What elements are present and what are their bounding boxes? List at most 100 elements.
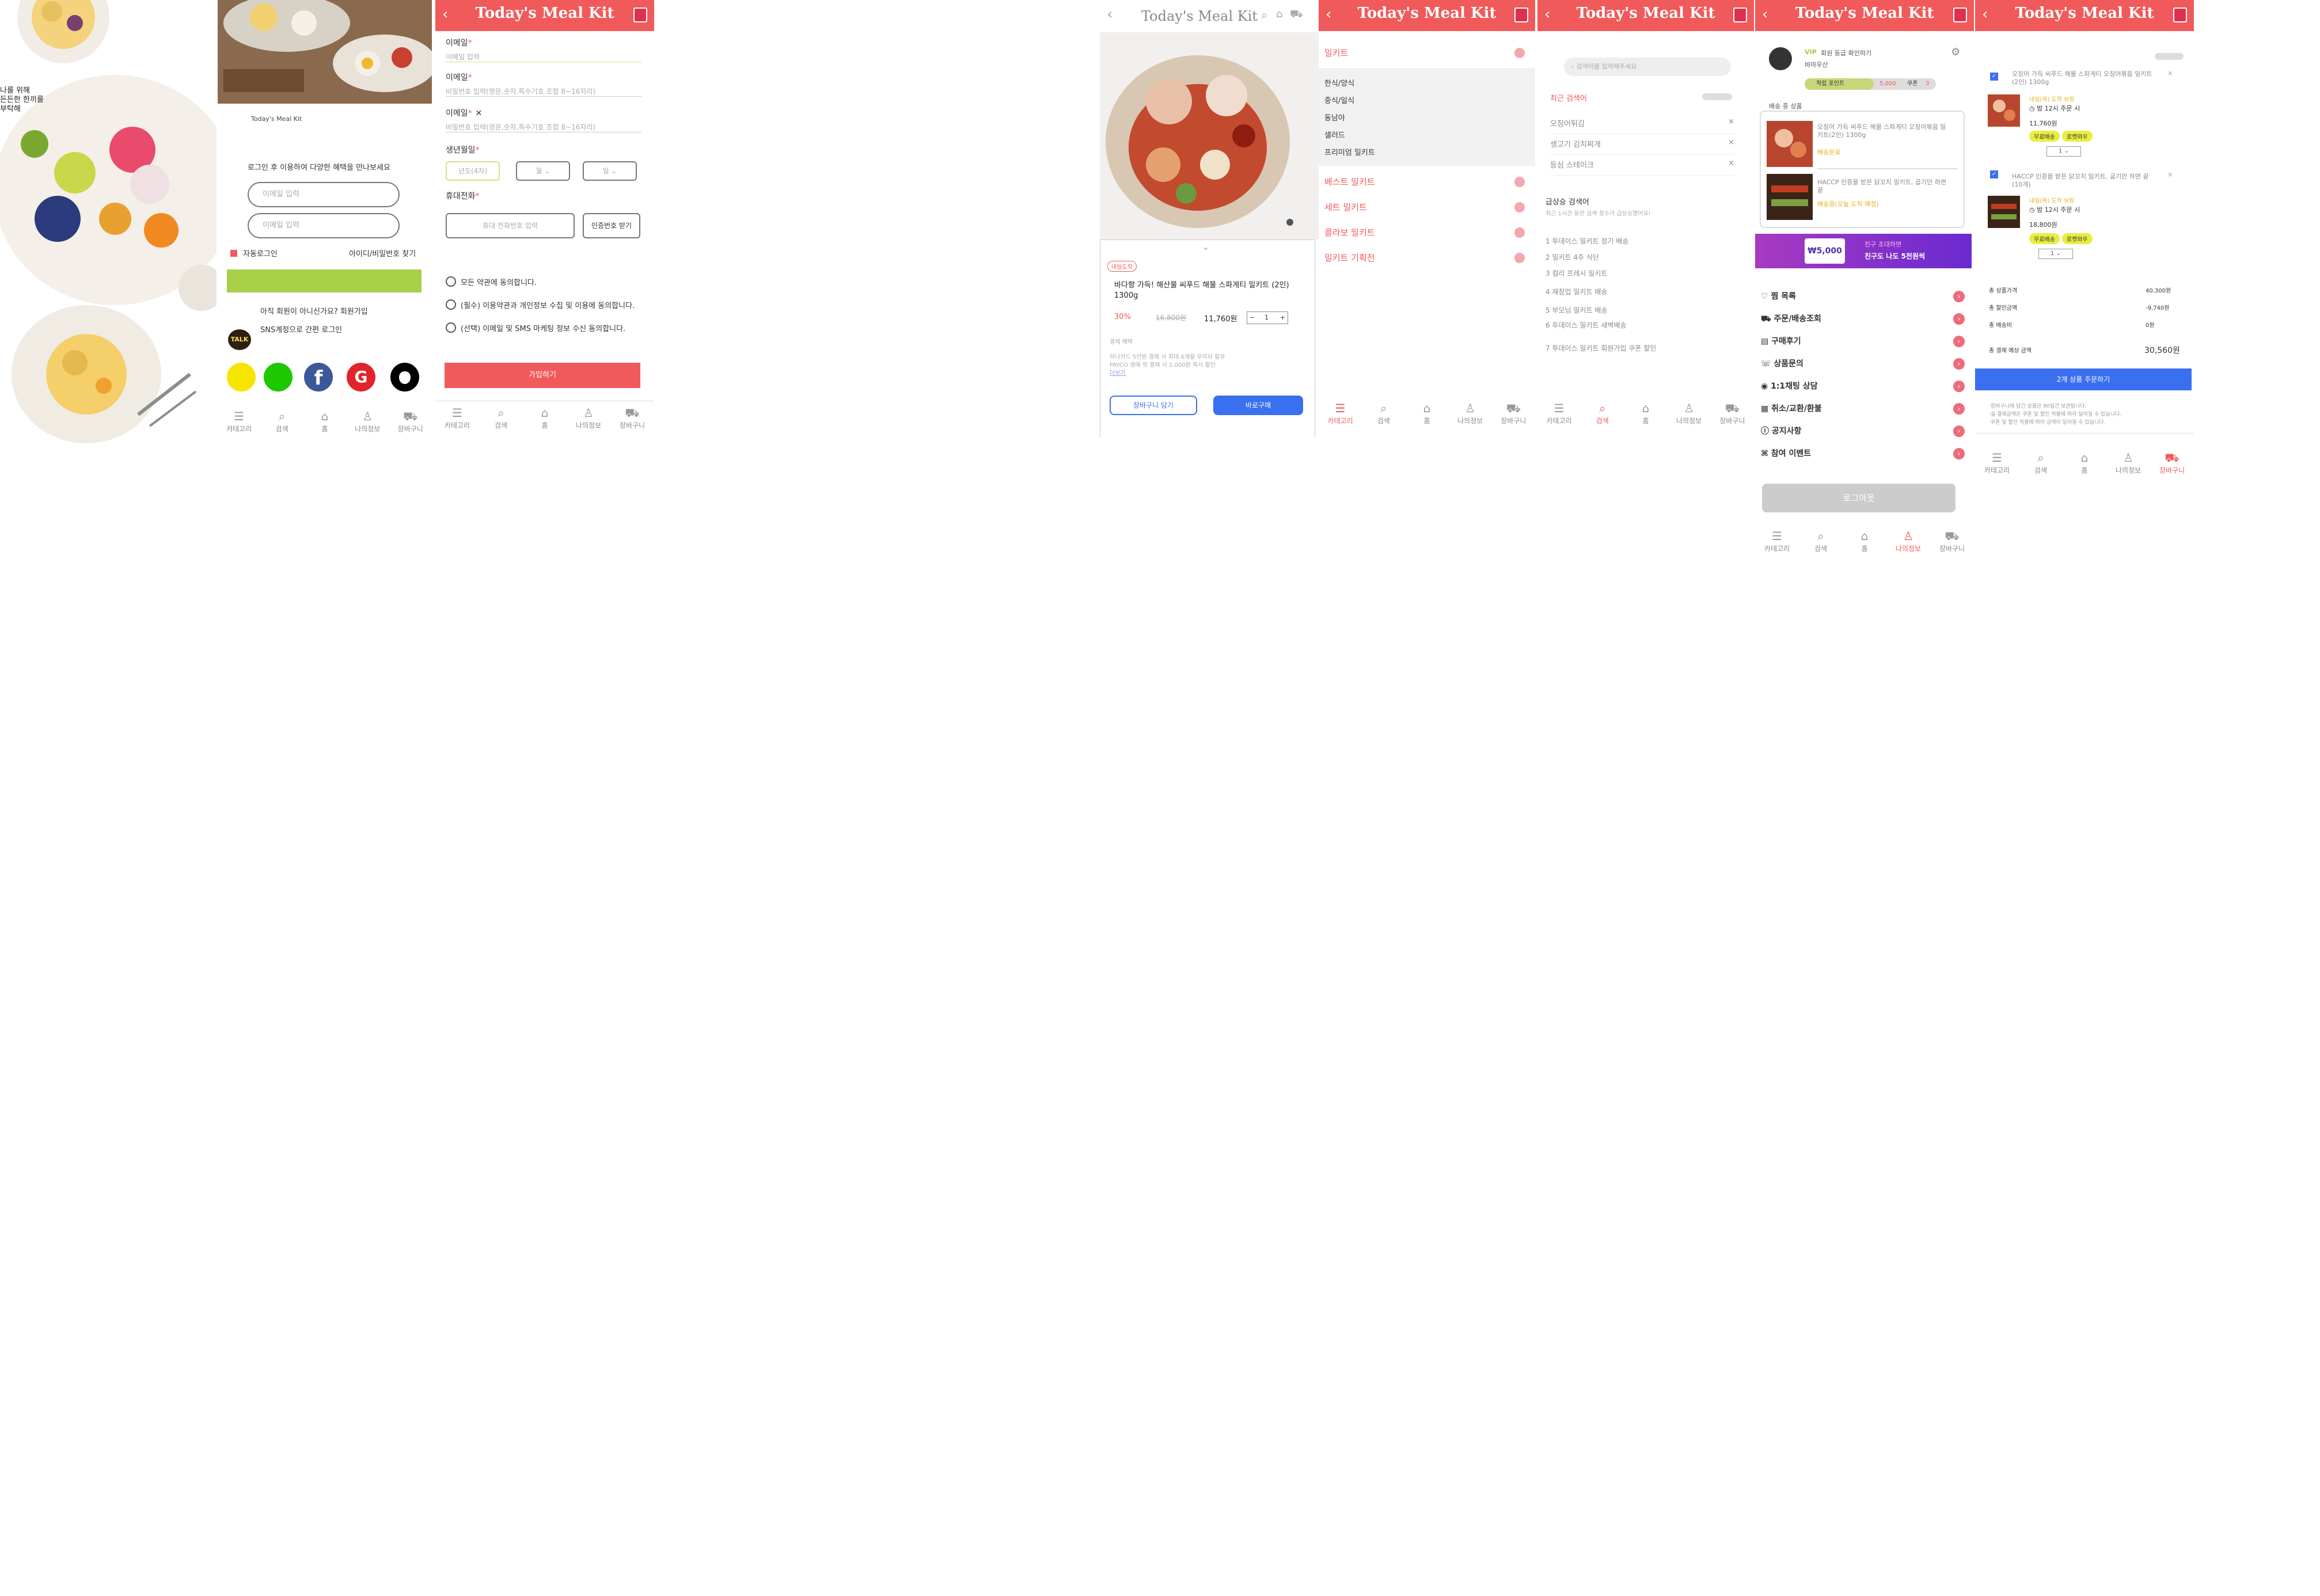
nav-cart[interactable]: ⛟ 장바구니 [1715,401,1749,425]
nav-search[interactable]: ⌕ 검색 [1803,529,1838,553]
naver-login-icon[interactable] [264,363,293,392]
nav-home[interactable]: ⌂ 홈 [1628,401,1663,425]
nav-cart[interactable]: ⛟ 장바구니 [393,409,428,434]
nav-search[interactable]: ⌕ 검색 [1366,401,1401,425]
recent-item[interactable]: 생고기 김치찌개 × [1550,138,1734,155]
order-button[interactable]: 2개 상품 주문하기 [1975,368,2192,390]
nav-category[interactable]: ☰ 카테고리 [1323,401,1358,425]
gear-icon[interactable]: ⚙ [1951,46,1960,58]
category-collab[interactable]: 콜라보 밀키트 [1319,220,1535,245]
nav-cart[interactable]: ⛟ 장바구니 [2155,450,2189,475]
nav-category[interactable]: ☰ 카테고리 [222,409,256,434]
cart-icon[interactable] [633,7,647,22]
nav-mypage[interactable]: ♙ 나의정보 [1672,401,1706,425]
quantity-select[interactable]: 1 ⌄ [2046,146,2081,157]
nav-category[interactable]: ☰ 카테고리 [1760,529,1794,553]
cart-icon[interactable] [1514,7,1528,22]
more-link[interactable]: 더보기 [1110,368,1126,377]
back-icon[interactable]: ‹ [1107,6,1112,23]
verify-button[interactable]: 인증번호 받기 [583,213,640,238]
trend-item[interactable]: 5 부모님 밀키트 배송 [1546,305,1607,315]
nav-mypage[interactable]: ♙ 나의정보 [1891,529,1926,553]
subcategory-item[interactable]: 프리미엄 밀키트 [1324,146,1375,157]
password-confirm-field[interactable]: 비밀번호 입력(영문,숫자,특수기호 조합 8~16자리) [446,122,641,132]
nav-mypage[interactable]: ♙ 나의정보 [2111,450,2146,475]
clear-all-button[interactable] [1702,93,1732,100]
recent-item[interactable]: 오징어튀김 × [1550,117,1734,134]
trend-item[interactable]: 2 밀키트 4주 식단 [1546,252,1599,262]
order-name[interactable]: HACCP 인증을 받은 닭꼬치 밀키트, 곱기만 하면 끝 [1817,178,1950,195]
nav-category[interactable]: ☰ 카테고리 [1980,450,2014,475]
invite-banner[interactable]: ₩5,000 친구 초대하면 친구도 나도 5천원씩 [1755,234,1972,268]
login-button[interactable] [227,269,422,292]
chevron-down-icon[interactable]: ⌄ [1202,241,1209,252]
birth-year-input[interactable]: 년도(4자) [446,161,500,181]
trend-item[interactable]: 6 투데이스 밀키트 새벽배송 [1546,320,1627,330]
nav-category[interactable]: ☰ 카테고리 [440,405,474,430]
nav-home[interactable]: ⌂ 홈 [1847,529,1882,553]
category-promo[interactable]: 밀키트 기획전 [1319,245,1535,271]
nav-mypage[interactable]: ♙ 나의정보 [1453,401,1487,425]
menu-wishlist[interactable]: ♡ 찜 목록 › [1761,286,1968,307]
quantity-select[interactable]: 1 ⌄ [2038,249,2073,259]
buy-now-button[interactable]: 바로구매 [1213,396,1303,415]
order-name[interactable]: 오징어 가득 씨푸드 해물 스파게티 오징어볶음 밀키트(2인) 1300g [1817,123,1950,139]
apple-login-icon[interactable] [390,363,419,392]
kakao-login-icon[interactable] [227,363,256,392]
select-all-toggle[interactable] [2155,53,2184,60]
auto-login-checkbox[interactable]: 자동로그인 [230,248,278,259]
nav-search[interactable]: ⌕ 검색 [484,405,518,430]
facebook-login-icon[interactable]: f [304,363,333,392]
subcategory-item[interactable]: 한식/양식 [1324,77,1354,88]
nav-mypage[interactable]: ♙ 나의정보 [571,405,606,430]
find-account-link[interactable]: 아이디/비밀번호 찾기 [349,248,416,259]
cart-icon[interactable] [1733,7,1747,22]
subcategory-item[interactable]: 샐러드 [1324,129,1345,140]
nav-cart[interactable]: ⛟ 장바구니 [1496,401,1531,425]
nav-home[interactable]: ⌂ 홈 [1410,401,1444,425]
menu-reviews[interactable]: ▤ 구매후기 › [1761,330,1968,352]
signup-link[interactable]: 아직 회원이 아니신가요? 회원가입 [260,305,368,316]
subcategory-item[interactable]: 동남아 [1324,112,1345,123]
nav-search[interactable]: ⌕ 검색 [2023,450,2058,475]
nav-cart[interactable]: ⛟ 장바구니 [615,405,650,430]
menu-inquiry[interactable]: ☏ 상품문의 › [1761,353,1968,375]
nav-home[interactable]: ⌂ 홈 [307,409,342,434]
trend-item[interactable]: 1 투데이스 밀키트 정기 배송 [1546,236,1628,246]
menu-orders[interactable]: ⛟ 주문/배송조회 › [1761,308,1968,330]
category-mealkit[interactable]: 밀키트 [1319,40,1535,66]
plus-icon[interactable]: + [1280,312,1285,324]
trend-item[interactable]: 4 재창업 밀키트 배송 [1546,287,1607,297]
agree-required[interactable]: (필수) 이용약관과 개인정보 수집 및 이용에 동의합니다. [446,299,635,310]
close-icon[interactable]: ✕ [476,109,483,118]
phone-input[interactable]: 휴대 전화번호 입력 [446,213,575,238]
password-field[interactable]: 비밀번호 입력(영문,숫자,특수기호 조합 8~16자리) [446,86,641,97]
menu-refund[interactable]: ▦ 취소/교환/환불 › [1761,398,1968,420]
cart-icon[interactable] [1953,7,1967,22]
birth-month-select[interactable]: 월 ⌄ [516,161,570,181]
search-icon[interactable]: ⌕ [1261,8,1267,22]
nav-search[interactable]: ⌕ 검색 [1585,401,1620,425]
nav-mypage[interactable]: ♙ 나의정보 [350,409,385,434]
logout-button[interactable]: 로그아웃 [1762,484,1956,512]
menu-notice[interactable]: ⓘ 공지사항 › [1761,420,1968,442]
home-icon[interactable]: ⌂ [1276,8,1282,20]
email-field[interactable]: 이메일 입력 [446,52,641,62]
menu-chat[interactable]: ◉ 1:1채팅 상담 › [1761,375,1968,397]
nav-cart[interactable]: ⛟ 장바구니 [1935,529,1969,553]
recent-item[interactable]: 등심 스테이크 × [1550,159,1734,176]
trend-item[interactable]: 3 컬리 프레시 밀키트 [1546,268,1607,278]
search-input[interactable]: ⌕ 검색어를 입력해주세요 [1564,58,1731,76]
category-best[interactable]: 베스트 밀키트 [1319,169,1535,195]
close-icon[interactable]: × [2167,69,2173,77]
cart-icon[interactable]: ⛟ [1290,8,1303,22]
close-icon[interactable]: × [1728,138,1734,147]
close-icon[interactable]: × [1728,159,1734,168]
category-set[interactable]: 세트 밀키트 [1319,195,1535,220]
agree-all[interactable]: 모든 약관에 동의합니다. [446,276,537,287]
nav-category[interactable]: ☰ 카테고리 [1542,401,1577,425]
close-icon[interactable]: × [2167,170,2173,178]
menu-events[interactable]: ⌘ 참여 이벤트 › [1761,443,1968,465]
nav-search[interactable]: ⌕ 검색 [265,409,299,434]
nav-home[interactable]: ⌂ 홈 [527,405,562,430]
